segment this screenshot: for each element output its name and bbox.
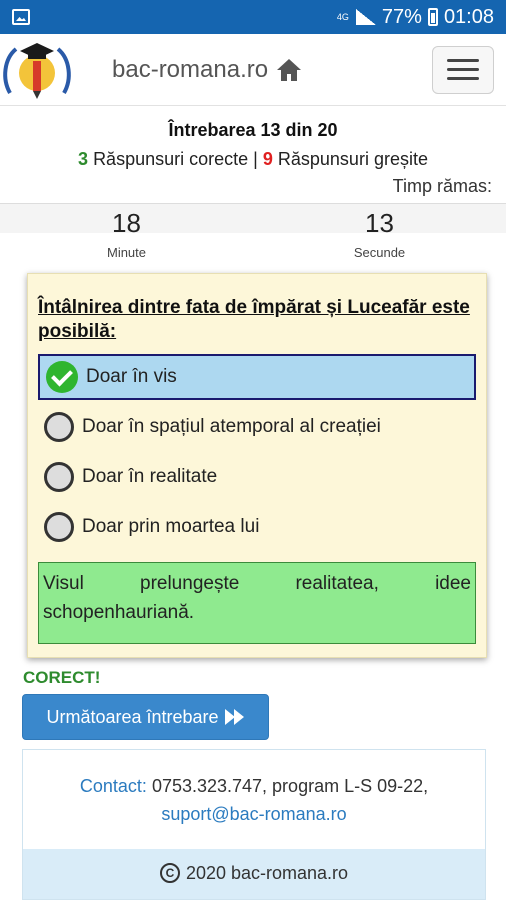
next-question-button[interactable]: Următoarea întrebare	[22, 694, 269, 740]
site-footer: Contact: 0753.323.747, program L-S 09-22…	[22, 749, 486, 900]
next-button-label: Următoarea întrebare	[46, 706, 219, 727]
home-icon	[277, 58, 302, 81]
hamburger-line	[447, 77, 479, 80]
signal-icon	[355, 9, 376, 25]
answer-option[interactable]: Doar în realitate	[38, 454, 476, 500]
question-text: Întâlnirea dintre fata de împărat și Luc…	[38, 297, 470, 342]
answer-option[interactable]: Doar prin moartea lui	[38, 504, 476, 550]
correct-label: Răspunsuri corecte	[93, 149, 249, 169]
score-separator: |	[253, 149, 258, 169]
timer-labels: Minute Secunde	[0, 245, 506, 260]
site-header: bac-romana.ro	[0, 34, 506, 106]
clock: 01:08	[443, 5, 494, 28]
correct-count: 3	[78, 149, 89, 169]
seconds-label: Secunde	[353, 245, 406, 260]
option-label: Doar în spațiul atemporal al creației	[82, 416, 381, 437]
copyright-bar: C 2020 bac-romana.ro	[23, 849, 485, 899]
image-notification-icon	[12, 9, 30, 25]
fast-forward-icon	[224, 709, 245, 725]
checkmark-icon	[46, 361, 78, 393]
copyright-icon: C	[159, 863, 180, 883]
site-brand[interactable]: bac-romana.ro	[112, 56, 302, 84]
answer-explanation: Visul prelungește realitatea, idee schop…	[38, 562, 476, 644]
answer-option-selected[interactable]: Doar în vis	[38, 354, 476, 400]
battery-icon	[427, 8, 438, 26]
brand-text: bac-romana.ro	[112, 55, 269, 83]
option-label: Doar în vis	[86, 366, 177, 387]
timer-minutes: 18	[112, 208, 141, 238]
radio-icon	[44, 412, 74, 442]
support-email-link[interactable]: suport@bac-romana.ro	[161, 804, 346, 824]
radio-icon	[44, 462, 74, 492]
network-type-icon: 4G	[336, 11, 349, 22]
score-line: 3 Răspunsuri corecte | 9 Răspunsuri greș…	[0, 149, 506, 170]
question-card: Întâlnirea dintre fata de împărat și Luc…	[27, 273, 487, 658]
wrong-label: Răspunsuri greșite	[277, 149, 428, 169]
option-label: Doar în realitate	[82, 466, 218, 487]
time-left-label: Timp rămas:	[392, 176, 492, 196]
result-label: CORECT!	[23, 668, 101, 687]
hamburger-line	[447, 59, 479, 62]
wrong-count: 9	[262, 149, 273, 169]
battery-percent: 77%	[381, 5, 422, 28]
radio-icon	[44, 512, 74, 542]
countdown-timer: 18 13	[0, 203, 506, 238]
hamburger-line	[447, 68, 479, 71]
logo-icon[interactable]	[0, 39, 74, 101]
status-bar: 4G 77% 01:08	[0, 0, 506, 34]
timer-seconds: 13	[365, 208, 394, 238]
contact-info: Contact: 0753.323.747, program L-S 09-22…	[23, 772, 485, 828]
menu-button[interactable]	[432, 45, 494, 94]
option-label: Doar prin moartea lui	[82, 516, 260, 537]
contact-link[interactable]: Contact:	[80, 776, 147, 796]
answer-option[interactable]: Doar în spațiul atemporal al creației	[38, 404, 476, 450]
contact-text: 0753.323.747, program L-S 09-22,	[151, 776, 429, 796]
question-counter: Întrebarea 13 din 20	[168, 120, 338, 140]
copyright-text: 2020 bac-romana.ro	[185, 863, 349, 883]
minutes-label: Minute	[106, 245, 147, 260]
